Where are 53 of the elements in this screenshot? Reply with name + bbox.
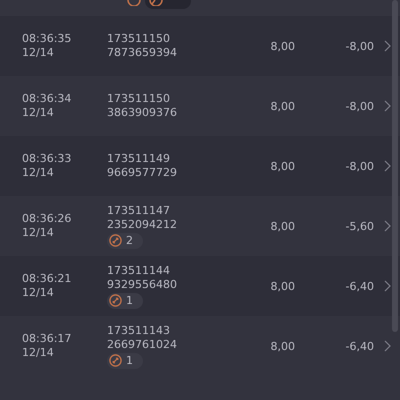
time-text: 08:36:21	[22, 272, 72, 286]
chevron-right-icon[interactable]	[384, 220, 391, 232]
transaction-row[interactable]: 08:36:33 12/14 173511149 9669577729 8,00 -8,00	[0, 136, 400, 196]
amount-text: 8,00	[270, 340, 295, 352]
scrollbar-thumb[interactable]	[392, 0, 398, 332]
time-text: 08:36:35	[22, 32, 72, 46]
id-text: 173511150	[107, 92, 170, 106]
chevron-right-icon[interactable]	[384, 40, 391, 52]
id-text: 2669761024	[107, 338, 177, 352]
count-badge: 2	[107, 232, 143, 248]
date-text: 12/14	[22, 286, 55, 300]
total-text: -8,00	[344, 40, 374, 52]
total-text: -6,40	[344, 280, 374, 292]
total-text: -5,60	[344, 220, 374, 232]
id-text: 9329556480	[107, 278, 177, 292]
arrow-circle-icon	[109, 234, 122, 247]
id-text: 9669577729	[107, 166, 177, 180]
count-badge: 1	[107, 292, 143, 308]
id-text: 173511149	[107, 152, 170, 166]
arrow-circle-icon	[149, 0, 163, 6]
transaction-row[interactable]: 08:36:21 12/14 173511144 9329556480 1 8,00 -6,40	[0, 256, 400, 316]
total-text: -8,00	[344, 160, 374, 172]
time-text: 08:36:34	[22, 92, 72, 106]
chevron-right-icon[interactable]	[384, 160, 391, 172]
chevron-right-icon[interactable]	[384, 280, 391, 292]
date-text: 12/14	[22, 226, 55, 240]
amount-text: 8,00	[270, 220, 295, 232]
id-text: 7873659394	[107, 46, 177, 60]
transaction-row[interactable]: 08:36:35 12/14 173511150 7873659394 8,00 -8,00	[0, 16, 400, 76]
arrow-circle-icon	[109, 294, 122, 307]
amount-text: 8,00	[270, 100, 295, 112]
date-text: 12/14	[22, 106, 55, 120]
id-text: 173511147	[107, 204, 170, 218]
chevron-right-icon[interactable]	[384, 340, 391, 352]
chevron-right-icon[interactable]	[384, 100, 391, 112]
count-badge: 1	[107, 352, 143, 368]
amount-text: 8,00	[270, 280, 295, 292]
total-text: -8,00	[344, 100, 374, 112]
date-text: 12/14	[22, 166, 55, 180]
date-text: 12/14	[22, 346, 55, 360]
id-text: 2352094212	[107, 218, 177, 232]
id-text: 173511143	[107, 324, 170, 338]
arrow-circle-icon	[109, 354, 122, 367]
id-text: 3863909376	[107, 106, 177, 120]
id-text: 173511150	[107, 32, 170, 46]
id-text: 173511144	[107, 264, 170, 278]
date-text: 12/14	[22, 46, 55, 60]
total-text: -6,40	[344, 340, 374, 352]
amount-text: 8,00	[270, 160, 295, 172]
time-text: 08:36:17	[22, 332, 72, 346]
time-text: 08:36:33	[22, 152, 72, 166]
amount-text: 8,00	[270, 40, 295, 52]
time-text: 08:36:26	[22, 212, 72, 226]
